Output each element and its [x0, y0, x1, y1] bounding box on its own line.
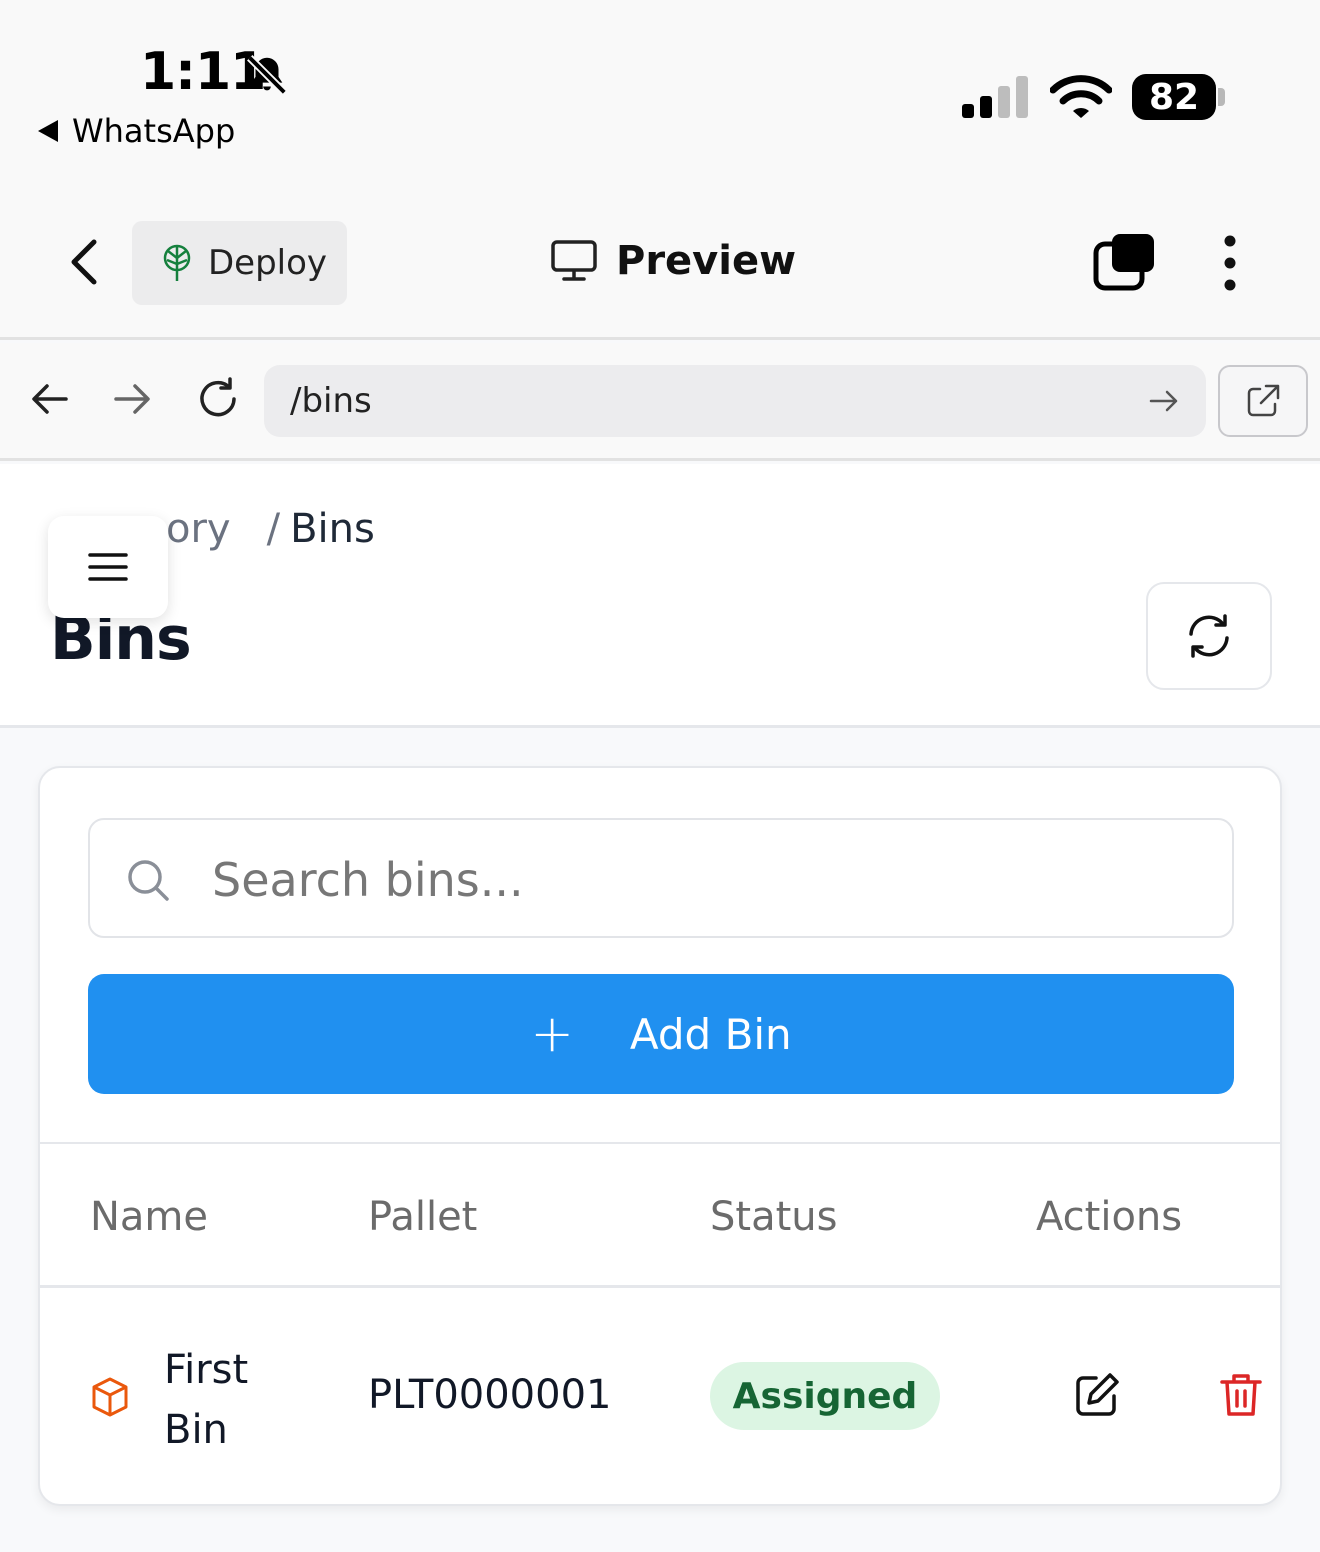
breadcrumb-separator: / [266, 506, 281, 552]
tree-icon [163, 244, 191, 281]
plus-icon: + [530, 1004, 574, 1064]
status-bar: 1:11 WhatsApp 82 [0, 0, 1320, 180]
url-text: /bins [290, 381, 372, 421]
hamburger-icon [88, 553, 128, 581]
status-badge: Assigned [710, 1362, 940, 1430]
column-header-status[interactable]: Status [710, 1194, 837, 1240]
column-header-name[interactable]: Name [90, 1194, 208, 1240]
monitor-icon [551, 240, 597, 281]
battery-cap [1218, 88, 1225, 106]
refresh-icon [1189, 614, 1229, 658]
bin-name: First Bin [164, 1347, 249, 1453]
menu-button[interactable] [48, 516, 168, 618]
cube-icon [92, 1377, 128, 1417]
more-vertical-icon[interactable] [1218, 234, 1242, 292]
url-field[interactable]: /bins [264, 365, 1206, 437]
pallet-code: PLT0000001 [368, 1372, 612, 1418]
deploy-label: Deploy [208, 243, 328, 283]
open-external-button[interactable] [1218, 365, 1308, 437]
preview-label: Preview [616, 238, 797, 284]
arrow-right-icon[interactable] [112, 379, 152, 419]
browser-bar: /bins [0, 343, 1320, 461]
refresh-icon[interactable] [196, 377, 240, 421]
chevron-left-icon[interactable] [62, 236, 108, 288]
edit-icon[interactable] [1074, 1372, 1120, 1418]
go-arrow-icon[interactable] [1148, 385, 1180, 417]
column-header-actions: Actions [1036, 1194, 1183, 1240]
cellular-signal-icon [962, 76, 1028, 118]
table-row[interactable]: First Bin PLT0000001 Assigned [40, 1288, 1280, 1504]
trash-icon[interactable] [1220, 1372, 1262, 1418]
table-header: Name Pallet Status Actions [40, 1142, 1280, 1288]
bell-slash-icon [247, 55, 287, 95]
preview-tab[interactable]: Preview [550, 238, 796, 284]
back-to-app-link[interactable]: WhatsApp [38, 112, 235, 150]
page-header: ory / Bins Bins [0, 464, 1320, 728]
back-app-label: WhatsApp [72, 112, 236, 150]
tabs-icon[interactable] [1092, 232, 1156, 292]
refresh-data-button[interactable] [1146, 582, 1272, 690]
search-input[interactable] [212, 840, 1192, 920]
app-toolbar: Deploy Preview [0, 180, 1320, 340]
breadcrumb-current: Bins [290, 506, 375, 552]
bins-card: + Add Bin Name Pallet Status Actions Fir… [38, 766, 1282, 1506]
add-bin-label: Add Bin [629, 1009, 792, 1059]
battery-icon: 82 [1132, 74, 1216, 120]
external-link-icon [1247, 384, 1280, 417]
back-triangle-icon [38, 120, 58, 142]
search-box[interactable] [88, 818, 1234, 938]
wifi-icon [1050, 75, 1112, 118]
add-bin-button[interactable]: + Add Bin [88, 974, 1234, 1094]
column-header-pallet[interactable]: Pallet [368, 1194, 477, 1240]
arrow-left-icon[interactable] [30, 379, 70, 419]
deploy-button[interactable]: Deploy [132, 221, 347, 305]
search-icon [128, 860, 169, 901]
